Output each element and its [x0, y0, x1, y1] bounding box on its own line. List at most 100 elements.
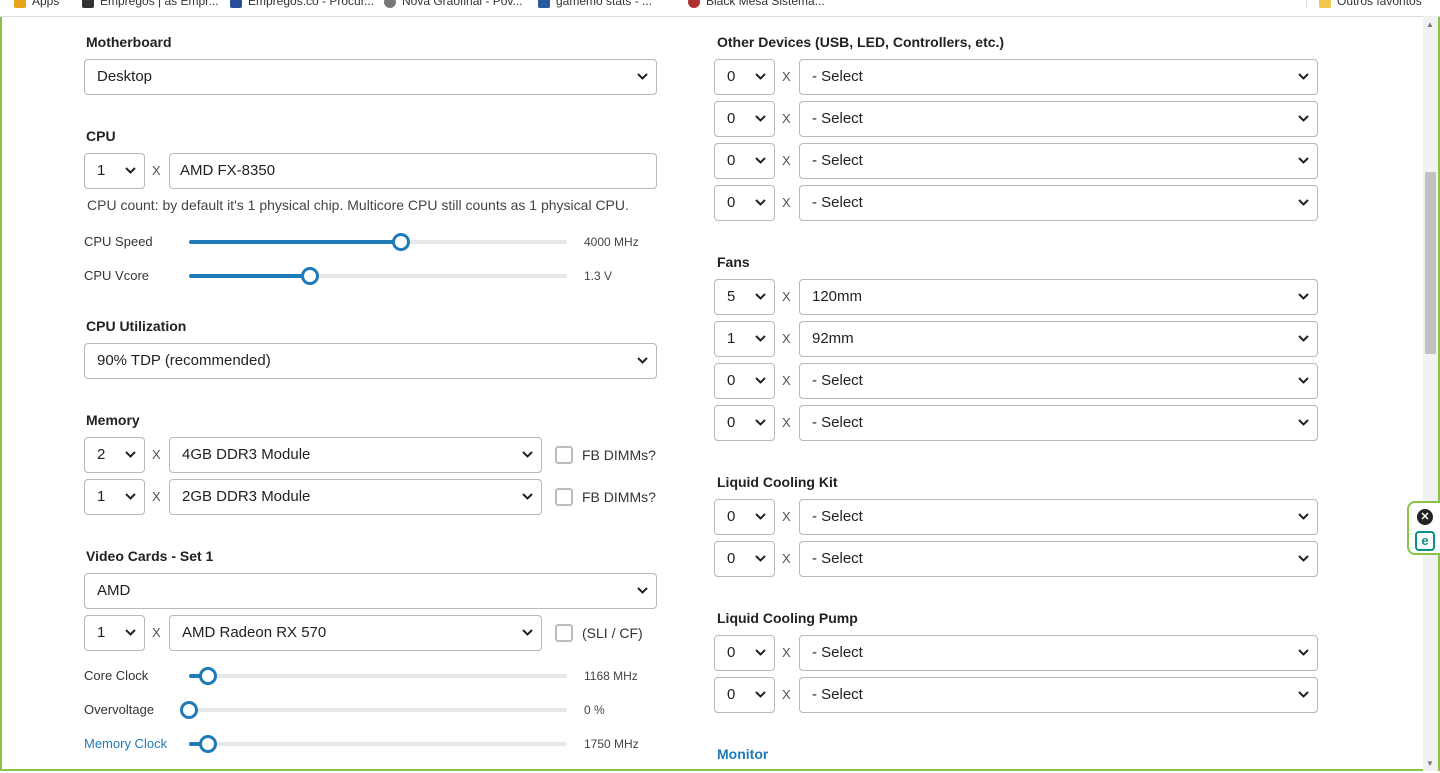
liquid-cooling-pump-label: Liquid Cooling Pump: [717, 610, 858, 626]
liquid-kit-count-select[interactable]: 0: [714, 499, 775, 535]
bookmark-item[interactable]: Black Mesa Sistema...: [688, 0, 825, 8]
chevron-down-icon: [522, 616, 533, 636]
chevron-down-icon: [755, 636, 766, 656]
chevron-down-icon: [125, 438, 136, 458]
multiply-sign: X: [782, 551, 791, 566]
close-icon[interactable]: ✕: [1417, 509, 1433, 525]
fan-type-select[interactable]: - Select: [799, 405, 1318, 441]
memory-module-select[interactable]: 2GB DDR3 Module: [169, 479, 542, 515]
memory-clock-slider[interactable]: [189, 735, 567, 753]
chevron-down-icon: [1298, 636, 1309, 656]
fan-count-select[interactable]: 1: [714, 321, 775, 357]
fan-count-select[interactable]: 0: [714, 363, 775, 399]
chevron-down-icon: [755, 678, 766, 698]
other-device-type-select[interactable]: - Select: [799, 59, 1318, 95]
other-device-type-select[interactable]: - Select: [799, 143, 1318, 179]
cpu-label: CPU: [86, 128, 116, 144]
slider-thumb[interactable]: [300, 267, 319, 285]
bookmark-item[interactable]: gamemo stats - ...: [538, 0, 652, 8]
bookmark-apps[interactable]: Apps: [14, 0, 59, 8]
bookmark-item[interactable]: Nova Grãofinal - Pov...: [384, 0, 523, 8]
chevron-down-icon: [1298, 144, 1309, 164]
multiply-sign: X: [782, 415, 791, 430]
liquid-kit-type-select[interactable]: - Select: [799, 541, 1318, 577]
sli-cf-label: (SLI / CF): [582, 625, 643, 641]
fan-type-select[interactable]: - Select: [799, 363, 1318, 399]
cpu-speed-slider[interactable]: [189, 233, 567, 251]
memory-clock-label[interactable]: Memory Clock: [84, 736, 167, 751]
cpu-speed-value: 4000 MHz: [584, 235, 639, 249]
memory-count-select[interactable]: 1: [84, 479, 145, 515]
multiply-sign: X: [152, 447, 161, 462]
multiply-sign: X: [782, 331, 791, 346]
other-device-count-select[interactable]: 0: [714, 143, 775, 179]
site-icon: [82, 0, 94, 8]
slider-thumb[interactable]: [391, 233, 410, 251]
chevron-down-icon: [1298, 542, 1309, 562]
cpu-vcore-slider[interactable]: [189, 267, 567, 285]
liquid-pump-count-select[interactable]: 0: [714, 677, 775, 713]
video-brand-select[interactable]: AMD: [84, 573, 657, 609]
slider-thumb[interactable]: [198, 667, 217, 685]
chevron-down-icon: [1298, 500, 1309, 520]
sli-cf-checkbox[interactable]: [555, 624, 573, 642]
fan-count-select[interactable]: 0: [714, 405, 775, 441]
chevron-down-icon: [1298, 678, 1309, 698]
slider-thumb[interactable]: [180, 701, 198, 719]
chevron-down-icon: [1298, 102, 1309, 122]
bookmark-other[interactable]: Outros favoritos: [1306, 0, 1422, 8]
fan-count-select[interactable]: 5: [714, 279, 775, 315]
fan-type-select[interactable]: 92mm: [799, 321, 1318, 357]
chevron-down-icon: [755, 280, 766, 300]
liquid-pump-type-select[interactable]: - Select: [799, 635, 1318, 671]
liquid-pump-type-select[interactable]: - Select: [799, 677, 1318, 713]
motherboard-label: Motherboard: [86, 34, 172, 50]
cpu-count-select[interactable]: 1: [84, 153, 145, 189]
liquid-kit-count-select[interactable]: 0: [714, 541, 775, 577]
chevron-down-icon: [755, 102, 766, 122]
site-icon: [384, 0, 396, 8]
chevron-down-icon: [637, 344, 648, 364]
bookmark-item[interactable]: Empregos | as Empr...: [82, 0, 219, 8]
bookmark-item[interactable]: Empregos.co - Procur...: [230, 0, 374, 8]
memory-module-select[interactable]: 4GB DDR3 Module: [169, 437, 542, 473]
chevron-down-icon: [1298, 280, 1309, 300]
other-device-count-select[interactable]: 0: [714, 101, 775, 137]
scroll-up-icon[interactable]: ▲: [1426, 20, 1434, 29]
fb-dimms-checkbox[interactable]: [555, 446, 573, 464]
multiply-sign: X: [782, 289, 791, 304]
cpu-count-note: CPU count: by default it's 1 physical ch…: [87, 197, 629, 213]
video-count-select[interactable]: 1: [84, 615, 145, 651]
core-clock-value: 1168 MHz: [584, 669, 638, 683]
page-scrollbar[interactable]: ▲ ▼: [1423, 16, 1438, 771]
fb-dimms-checkbox[interactable]: [555, 488, 573, 506]
other-devices-label: Other Devices (USB, LED, Controllers, et…: [717, 34, 1005, 50]
chevron-down-icon: [1298, 322, 1309, 342]
slider-thumb[interactable]: [198, 735, 217, 753]
apps-icon: [14, 0, 26, 8]
monitor-label[interactable]: Monitor: [717, 746, 768, 762]
chevron-down-icon: [755, 322, 766, 342]
chevron-down-icon: [125, 154, 136, 174]
extension-logo-icon[interactable]: e: [1415, 531, 1435, 551]
memory-count-select[interactable]: 2: [84, 437, 145, 473]
liquid-kit-type-select[interactable]: - Select: [799, 499, 1318, 535]
scrollbar-thumb[interactable]: [1425, 172, 1436, 354]
chevron-down-icon: [522, 480, 533, 500]
cpu-model-input[interactable]: AMD FX-8350: [169, 153, 657, 189]
scroll-down-icon[interactable]: ▼: [1426, 759, 1434, 768]
other-device-count-select[interactable]: 0: [714, 59, 775, 95]
overvoltage-slider[interactable]: [180, 701, 567, 719]
cpu-utilization-select[interactable]: 90% TDP (recommended): [84, 343, 657, 379]
core-clock-slider[interactable]: [189, 667, 567, 685]
motherboard-select[interactable]: Desktop: [84, 59, 657, 95]
other-device-type-select[interactable]: - Select: [799, 185, 1318, 221]
liquid-pump-count-select[interactable]: 0: [714, 635, 775, 671]
other-device-count-select[interactable]: 0: [714, 185, 775, 221]
other-device-type-select[interactable]: - Select: [799, 101, 1318, 137]
chevron-down-icon: [755, 364, 766, 384]
video-model-select[interactable]: AMD Radeon RX 570: [169, 615, 542, 651]
fan-type-select[interactable]: 120mm: [799, 279, 1318, 315]
site-icon: [538, 0, 550, 8]
multiply-sign: X: [782, 509, 791, 524]
